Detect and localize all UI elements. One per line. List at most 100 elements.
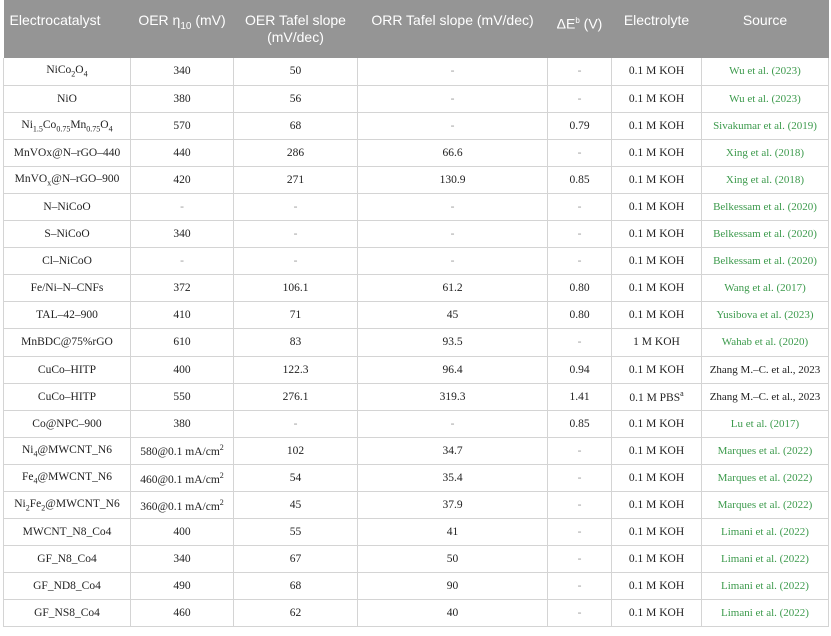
cell-oer-tafel: 71 [233, 301, 358, 330]
cell-electrocatalyst: CuCo–HITP [3, 383, 131, 411]
cell-source[interactable]: Limani et al. (2022) [701, 518, 829, 547]
table-row: Ni1.5Co0.75Mn0.75O4 570 68-0.79 0.1 M KOH Si… [3, 112, 829, 140]
cell-source[interactable]: Xing et al. (2018) [701, 166, 829, 194]
cell-source[interactable]: Lu et al. (2017) [701, 410, 829, 438]
table-row: TAL–42–900 410 71 45 0.80 0.1 M KOH Yusibova e… [3, 301, 829, 330]
cell-delta-e: 0.79 [547, 112, 612, 140]
cell-orr-tafel: 96.4 [357, 356, 548, 384]
cell-text: 0.1 M KOH [628, 228, 685, 241]
cell-text: 1 M KOH [633, 336, 680, 349]
cell-text: O [100, 118, 109, 131]
cell-orr-tafel: 130.9 [357, 166, 548, 194]
cell-source[interactable]: Marques et al. (2022) [701, 464, 829, 493]
cell-source[interactable]: Belkessam et al. (2020) [701, 247, 829, 276]
table-row: N–NiCoO - - - -0.1 M KOH Belkessam et al. (20… [3, 193, 829, 222]
cell-electrocatalyst: NiCo2O4 [3, 58, 131, 86]
header-label: ΔE [556, 15, 576, 32]
header-label: OER Tafel slope (mV/dec) [245, 12, 346, 45]
cell-oer-tafel: - [233, 220, 358, 249]
cell-electrocatalyst: Ni4@MWCNT_N6 [3, 437, 131, 465]
cell-electrocatalyst: Ni1.5Co0.75Mn0.75O4 [3, 112, 131, 140]
cell-text: GF_ND8_Co4 [33, 580, 101, 593]
cell-electrolyte: 0.1 M KOH [611, 301, 702, 330]
table-row: NiCo2O4 340 50- -0.1 M KOH Wu et al. (2023) [3, 58, 829, 86]
header-electrocatalyst: Electrocatalyst [3, 0, 131, 58]
cell-orr-tafel: 50 [357, 545, 548, 574]
cell-text: 580@0.1 mA/cm [140, 446, 220, 459]
cell-electrocatalyst: NiO [3, 85, 131, 113]
cell-text: 0.1 M KOH [628, 119, 685, 132]
cell-orr-tafel: 93.5 [357, 328, 548, 357]
cell-electrolyte: 0.1 M KOH [611, 112, 702, 140]
cell-source[interactable]: Xing et al. (2018) [701, 139, 829, 167]
header-label: OER η [138, 12, 181, 28]
cell-text: 0.1 M KOH [628, 173, 685, 186]
table-row: CuCo–HITP 400 122.3 96.4 0.94 0.1 M KOH Zhang … [3, 356, 829, 384]
cell-orr-tafel: - [357, 410, 548, 438]
cell-oer-tafel: 54 [233, 464, 358, 493]
cell-source[interactable]: Limani et al. (2022) [701, 545, 829, 574]
cell-text: Ni [14, 497, 26, 510]
cell-source[interactable]: Marques et al. (2022) [701, 491, 829, 520]
cell-text: Co [42, 118, 57, 131]
cell-superscript: 2 [219, 497, 224, 507]
cell-electrolyte: 0.1 M KOH [611, 247, 702, 276]
cell-text: 0.1 M KOH [628, 471, 685, 484]
cell-source[interactable]: Limani et al. (2022) [701, 572, 829, 601]
cell-oer-tafel: 56 [233, 85, 358, 113]
cell-delta-e: 0.80 [547, 301, 612, 330]
cell-electrocatalyst: N–NiCoO [3, 193, 131, 222]
cell-source[interactable]: Wu et al. (2023) [701, 85, 829, 113]
cell-oer-eta: 400 [130, 518, 234, 547]
cell-delta-e: - [547, 464, 612, 493]
cell-text: @MWCNT_N6 [37, 470, 112, 483]
cell-oer-tafel: 276.1 [233, 383, 358, 411]
cell-delta-e: - [547, 328, 612, 357]
cell-source[interactable]: Yusibova et al. (2023) [701, 301, 829, 330]
cell-source[interactable]: Wang et al. (2017) [701, 274, 829, 303]
cell-oer-eta: 372 [130, 274, 234, 303]
cell-orr-tafel: - [357, 85, 548, 113]
cell-source[interactable]: Belkessam et al. (2020) [701, 193, 829, 222]
cell-text: NiCo [46, 64, 72, 77]
cell-electrolyte: 0.1 M KOH [611, 166, 702, 194]
cell-oer-tafel: 68 [233, 112, 358, 140]
cell-electrolyte: 0.1 M KOH [611, 356, 702, 384]
cell-source[interactable]: Zhang M.–C. et al., 2023 [701, 383, 829, 411]
cell-text: S–NiCoO [44, 228, 90, 241]
cell-delta-e: - [547, 193, 612, 222]
cell-text: TAL–42–900 [36, 309, 98, 322]
cell-oer-eta: 570 [130, 112, 234, 140]
header-label: Source [742, 12, 788, 28]
cell-orr-tafel: 319.3 [357, 383, 548, 411]
cell-oer-eta: 460@0.1 mA/cm2 [130, 464, 234, 493]
cell-source[interactable]: Marques et al. (2022) [701, 437, 829, 465]
electrocatalyst-table: Electrocatalyst OER η10 (mV) OER Tafel s… [3, 0, 829, 628]
cell-orr-tafel: 66.6 [357, 139, 548, 167]
cell-source[interactable]: Limani et al. (2022) [701, 599, 829, 628]
cell-text: 0.1 M KOH [628, 146, 685, 159]
cell-electrolyte: 0.1 M KOH [611, 193, 702, 222]
cell-text: Fe [22, 470, 34, 483]
cell-source[interactable]: Sivakumar et al. (2019) [701, 112, 829, 140]
cell-electrocatalyst: MWCNT_N8_Co4 [3, 518, 131, 547]
cell-orr-tafel: - [357, 220, 548, 249]
cell-source[interactable]: Wu et al. (2023) [701, 58, 829, 86]
cell-delta-e: - [547, 572, 612, 601]
cell-electrocatalyst: Fe4@MWCNT_N6 [3, 464, 131, 493]
electrocatalyst-table-container: Electrocatalyst OER η10 (mV) OER Tafel s… [3, 0, 829, 628]
cell-source[interactable]: Belkessam et al. (2020) [701, 220, 829, 249]
cell-oer-tafel: 68 [233, 572, 358, 601]
cell-subscript: 0.75 [86, 123, 101, 133]
cell-orr-tafel: - [357, 112, 548, 140]
cell-orr-tafel: 35.4 [357, 464, 548, 493]
table-row: Fe4@MWCNT_N6 460@0.1 mA/cm2 54 35.4- 0.1 M K… [3, 464, 829, 493]
cell-text: 460@0.1 mA/cm [140, 473, 220, 486]
table-row: Cl–NiCoO - - - -0.1 M KOH Belkessam et al. (2… [3, 247, 829, 276]
cell-electrocatalyst: MnBDC@75%rGO [3, 328, 131, 357]
cell-electrolyte: 0.1 M KOH [611, 599, 702, 628]
header-unit: (mV) [191, 12, 226, 28]
cell-source[interactable]: Zhang M.–C. et al., 2023 [701, 356, 829, 384]
cell-oer-tafel: 286 [233, 139, 358, 167]
cell-source[interactable]: Wahab et al. (2020) [701, 328, 829, 357]
